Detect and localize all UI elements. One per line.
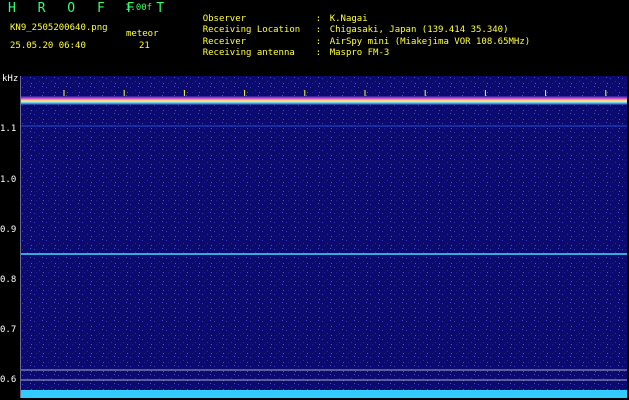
capture-datetime: 25.05.20 06:40 bbox=[10, 41, 86, 51]
y-tick-label: 1.0 bbox=[0, 175, 17, 185]
axis-unit-label: kHz bbox=[2, 74, 19, 84]
spectrogram-canvas bbox=[21, 76, 627, 398]
y-tick-label: 0.7 bbox=[0, 325, 17, 335]
info-sep: : bbox=[315, 48, 322, 58]
y-tick-label: 0.9 bbox=[0, 225, 17, 235]
app-version: 1.00f bbox=[125, 3, 153, 13]
info-label: Receiving antenna bbox=[202, 48, 295, 58]
y-tick-label: 0.8 bbox=[0, 275, 17, 285]
meteor-count: 21 bbox=[139, 41, 150, 51]
info-value: Maspro FM-3 bbox=[329, 48, 390, 58]
info-antenna: Receiving antenna: Maspro FM-3 bbox=[181, 38, 390, 68]
carrier-band bbox=[21, 96, 627, 105]
signal-level-strip bbox=[21, 390, 627, 398]
meteor-label: meteor bbox=[126, 29, 159, 39]
noise-background bbox=[21, 76, 627, 398]
header-panel: H R O F F T 1.00f KN9_2505200640.png met… bbox=[0, 0, 629, 75]
spectrogram-plot bbox=[20, 76, 627, 398]
image-filename: KN9_2505200640.png bbox=[10, 23, 108, 33]
y-tick-label: 0.6 bbox=[0, 375, 17, 385]
y-tick-label: 1.1 bbox=[0, 124, 17, 134]
